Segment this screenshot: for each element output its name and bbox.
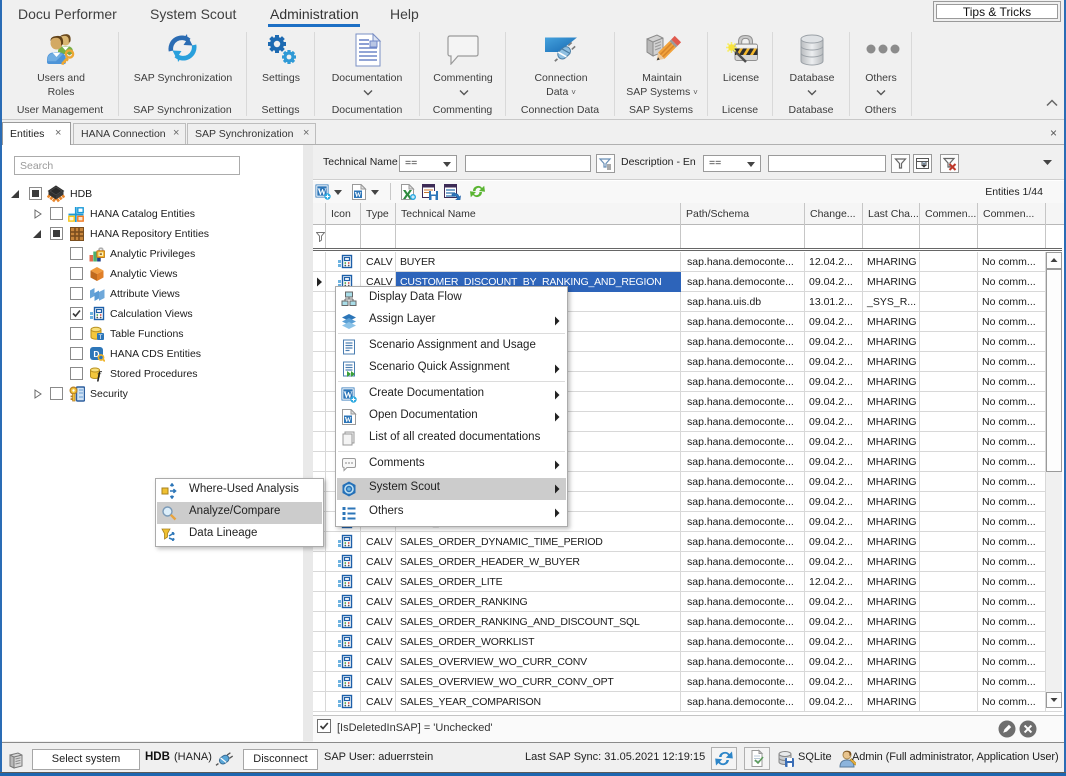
svg-text:T: T (99, 334, 103, 341)
svg-text:W: W (355, 191, 362, 199)
svg-text:W: W (345, 416, 352, 424)
svg-text:f: f (97, 368, 102, 382)
